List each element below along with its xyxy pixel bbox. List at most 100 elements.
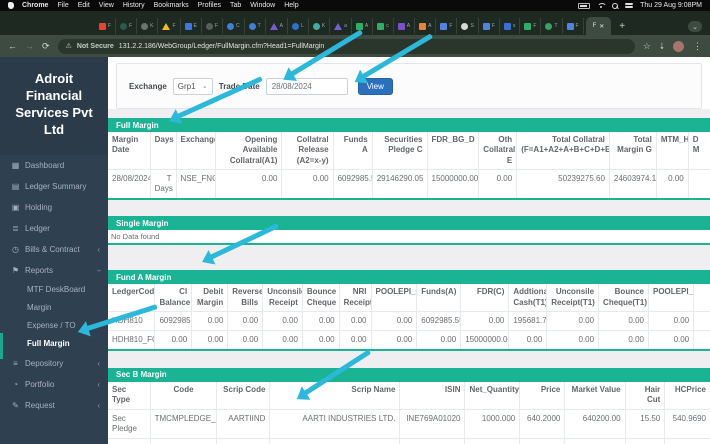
- table-row: HDH810_FO 0.00 0.00 0.00 0.00 0.00 0.00 0.00 0.0…: [108, 329, 710, 351]
- table-cell: 0.00: [598, 310, 649, 331]
- table-cell: 0.00: [301, 310, 340, 331]
- table-cell: TMCMPLEDGE_N: [149, 408, 218, 439]
- menubar-item-bookmarks[interactable]: Bookmarks: [154, 2, 189, 9]
- browser-tab[interactable]: A: [394, 18, 416, 34]
- data-table: Margin Date Days Exchange Opening Available…: [108, 132, 710, 201]
- dashboard-icon: ▦: [11, 160, 20, 170]
- sidebar-item-label: Dashboard: [25, 160, 65, 170]
- table-cell: 0.00: [655, 169, 689, 200]
- new-tab-button[interactable]: +: [619, 22, 625, 32]
- table-cell: 29146290.05: [371, 169, 428, 200]
- sidebar-subitem-margin[interactable]: Margin: [0, 299, 108, 317]
- column-header: Securities Pledge C: [371, 132, 428, 171]
- sidebar-item-depository[interactable]: ≡ Depository ‹: [0, 353, 108, 374]
- browser-tab[interactable]: s: [500, 18, 521, 34]
- table-cell: 0.00: [301, 329, 340, 351]
- edit-icon: ✎: [12, 400, 19, 410]
- address-bar[interactable]: ⚠ Not Secure 131.2.2.186/WebGroup/Ledger…: [57, 38, 635, 54]
- menubar-app-name[interactable]: Chrome: [22, 2, 48, 9]
- menubar-item-window[interactable]: Window: [250, 2, 275, 9]
- trade-date-input[interactable]: 28/08/2024: [265, 77, 348, 95]
- tab-title: K: [321, 23, 326, 29]
- browser-tab[interactable]: T: [541, 18, 563, 34]
- tab-close-icon[interactable]: ✕: [599, 23, 604, 30]
- sidebar-item-ledger[interactable]: ≣ Ledger: [0, 218, 108, 239]
- browser-tab[interactable]: S: [457, 18, 479, 34]
- spotlight-search-icon[interactable]: [612, 2, 619, 9]
- apple-menu-icon[interactable]: [8, 2, 14, 9]
- browser-tab[interactable]: c: [373, 18, 394, 34]
- reload-button[interactable]: ⟳: [42, 41, 50, 52]
- browser-tab[interactable]: T: [245, 18, 266, 34]
- back-button[interactable]: ←: [8, 41, 17, 51]
- tab-title: c: [386, 23, 389, 29]
- browser-tab[interactable]: F: [479, 18, 500, 34]
- browser-tab[interactable]: F: [158, 18, 181, 34]
- active-tab[interactable]: F ✕: [585, 17, 612, 35]
- table-cell: 1000.000: [464, 408, 521, 439]
- view-button[interactable]: View: [357, 77, 393, 95]
- browser-tab[interactable]: L: [288, 18, 309, 34]
- table-cell: 0.00: [191, 310, 229, 331]
- tab-title: a: [344, 23, 347, 29]
- menubar-item-view[interactable]: View: [99, 2, 114, 9]
- browser-tab[interactable]: K: [309, 18, 331, 34]
- tab-favicon: [291, 22, 299, 30]
- pinned-tabs: F F K F E F C T A L Ka Ac A A F S Fs F T F: [95, 17, 584, 35]
- wifi-icon[interactable]: [597, 2, 608, 9]
- sidebar-item-reports[interactable]: ⚑ Reports ‹: [0, 260, 108, 281]
- menubar-item-help[interactable]: Help: [284, 2, 298, 9]
- browser-tab[interactable]: K: [137, 18, 159, 34]
- menubar-clock[interactable]: Thu 29 Aug 9:08PM: [640, 2, 702, 9]
- browser-tab[interactable]: A: [266, 18, 288, 34]
- sidebar-subitem-mtf-deskboard[interactable]: MTF DeskBoard: [0, 281, 108, 299]
- column-header: Hair Cut: [624, 381, 666, 410]
- menubar-item-edit[interactable]: Edit: [78, 2, 90, 9]
- table-cell: 0.00: [647, 329, 695, 351]
- browser-tab[interactable]: F: [202, 18, 223, 34]
- select-chevron-icon: ⌄: [201, 83, 208, 90]
- sidebar-subitem-full-margin[interactable]: Full Margin: [0, 332, 108, 359]
- menubar-item-history[interactable]: History: [123, 2, 145, 9]
- exchange-select[interactable]: Grp1 ⌄: [172, 77, 213, 95]
- forward-button[interactable]: →: [25, 41, 34, 51]
- column-header: Scrip Code: [216, 381, 271, 410]
- chevron-left-icon: ‹: [97, 358, 100, 368]
- browser-tab[interactable]: F: [563, 18, 584, 34]
- battery-icon: [578, 2, 591, 9]
- sidebar-item-holding[interactable]: ▣ Holding: [0, 197, 108, 218]
- sidebar-item-request[interactable]: ✎ Request ‹: [0, 395, 108, 416]
- sidebar-item-portfolio[interactable]: ◔ Portfolio ‹: [0, 374, 108, 395]
- sidebar-subitem-expense-to[interactable]: Expense / TO: [0, 317, 108, 335]
- folder-icon: ▤: [11, 181, 20, 191]
- browser-menu-icon[interactable]: ⋮: [693, 41, 702, 52]
- table-cell: 222.0500: [519, 437, 566, 444]
- menubar-item-tab[interactable]: Tab: [230, 2, 241, 9]
- bookmark-star-icon[interactable]: ☆: [643, 41, 651, 52]
- table-cell: 167.9586: [664, 437, 710, 444]
- browser-tab[interactable]: F: [520, 18, 542, 34]
- not-secure-warning-icon[interactable]: ⚠: [66, 42, 72, 50]
- browser-tab[interactable]: A: [415, 18, 437, 34]
- browser-tab[interactable]: E: [181, 18, 202, 34]
- table-cell: 0.00: [154, 329, 193, 351]
- browser-tab[interactable]: C: [223, 18, 245, 34]
- browser-tab[interactable]: A: [352, 18, 374, 34]
- sidebar-item-ledger-summary[interactable]: ▤ Ledger Summary: [0, 176, 108, 197]
- download-icon[interactable]: ⭣: [660, 41, 664, 52]
- sidebar-item-bills-contract[interactable]: ◷ Bills & Contract ‹: [0, 239, 108, 260]
- table-cell: 0.00: [460, 310, 510, 331]
- column-header: Scrip Name: [269, 381, 401, 410]
- browser-tab[interactable]: F: [436, 18, 458, 34]
- browser-tab[interactable]: a: [330, 18, 352, 34]
- tab-search-chevron[interactable]: ⌄: [688, 21, 702, 32]
- column-header: Reverse Bills: [227, 284, 264, 312]
- browser-tab[interactable]: F: [95, 18, 117, 34]
- menubar-item-file[interactable]: File: [57, 2, 68, 9]
- profile-avatar[interactable]: [673, 40, 684, 52]
- menubar-item-profiles[interactable]: Profiles: [198, 2, 221, 9]
- browser-tab[interactable]: F: [116, 18, 138, 34]
- url-text[interactable]: 131.2.2.186/WebGroup/Ledger/FullMargin.c…: [119, 43, 325, 50]
- control-center-icon[interactable]: [625, 2, 634, 9]
- sidebar-item-dashboard[interactable]: ▦ Dashboard: [0, 155, 108, 176]
